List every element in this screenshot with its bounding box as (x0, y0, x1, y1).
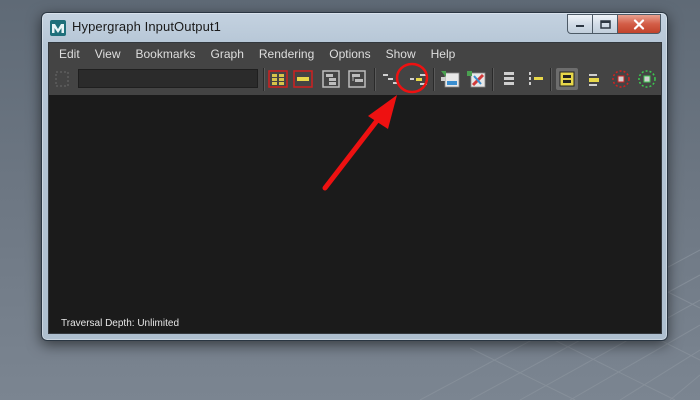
maximize-icon (599, 19, 611, 29)
toggle-swatch-button[interactable] (556, 68, 578, 90)
frame-branch-button[interactable] (346, 68, 368, 90)
toolbar-separator (433, 68, 435, 91)
toolbar-separator (263, 68, 265, 91)
clear-view-icon (441, 71, 460, 88)
menu-rendering[interactable]: Rendering (251, 43, 321, 65)
frame-all-icon (268, 70, 288, 88)
input-output-connections-icon (410, 74, 427, 85)
minimize-button[interactable] (567, 14, 593, 34)
maya-app-icon (50, 20, 66, 36)
menu-options[interactable]: Options (322, 43, 378, 65)
toolbar-separator (374, 68, 376, 91)
layout-icon (504, 72, 514, 85)
close-button[interactable] (618, 14, 661, 34)
scene-hierarchy-button[interactable] (380, 68, 402, 90)
clear-view-button[interactable] (439, 68, 461, 90)
toggle-swatch-icon (559, 71, 575, 87)
frame-hierarchy-icon (322, 70, 340, 88)
menu-help[interactable]: Help (423, 43, 463, 65)
menu-edit[interactable]: Edit (49, 43, 87, 65)
toolbar (49, 65, 661, 95)
input-connections-icon (612, 70, 630, 88)
output-connections-button[interactable] (636, 68, 658, 90)
traversal-depth-status: Traversal Depth: Unlimited (61, 318, 180, 329)
toolbar-separator (492, 68, 494, 91)
input-output-connections-button[interactable] (408, 68, 430, 90)
next-level-button[interactable] (525, 68, 547, 90)
simple-mode-button[interactable] (583, 68, 605, 90)
frame-selection-button[interactable] (292, 68, 314, 90)
menu-bar: Edit View Bookmarks Graph Rendering Opti… (49, 43, 661, 65)
bookmark-field[interactable] (78, 69, 258, 88)
next-level-icon (529, 72, 543, 85)
minimize-icon (576, 25, 584, 27)
scene-hierarchy-icon (383, 74, 399, 84)
frame-all-button[interactable] (267, 68, 289, 90)
menu-bookmarks[interactable]: Bookmarks (128, 43, 203, 65)
input-connections-button[interactable] (610, 68, 632, 90)
frame-branch-icon (348, 70, 366, 88)
close-icon (633, 18, 645, 30)
output-connections-icon (638, 70, 656, 88)
layout-button[interactable] (498, 68, 520, 90)
menu-view[interactable]: View (87, 43, 128, 65)
graph-canvas[interactable]: Traversal Depth: Unlimited (49, 95, 661, 333)
frame-selection-icon (293, 70, 313, 88)
maximize-button[interactable] (593, 14, 618, 34)
frame-hierarchy-button[interactable] (320, 68, 342, 90)
menu-graph[interactable]: Graph (203, 43, 251, 65)
toolbar-separator (550, 68, 552, 91)
title-bar[interactable]: Hypergraph InputOutput1 (42, 13, 667, 41)
caption-buttons (567, 14, 661, 34)
simple-mode-icon (589, 74, 599, 86)
hypergraph-panel: Edit View Bookmarks Graph Rendering Opti… (48, 42, 662, 334)
toolbar-grip-icon[interactable] (55, 71, 69, 87)
graph-materials-button[interactable] (465, 68, 487, 90)
graph-materials-icon (467, 71, 486, 88)
menu-show[interactable]: Show (378, 43, 423, 65)
window-title: Hypergraph InputOutput1 (72, 19, 222, 34)
hypergraph-window: Hypergraph InputOutput1 Edit View Bookma… (41, 12, 668, 341)
